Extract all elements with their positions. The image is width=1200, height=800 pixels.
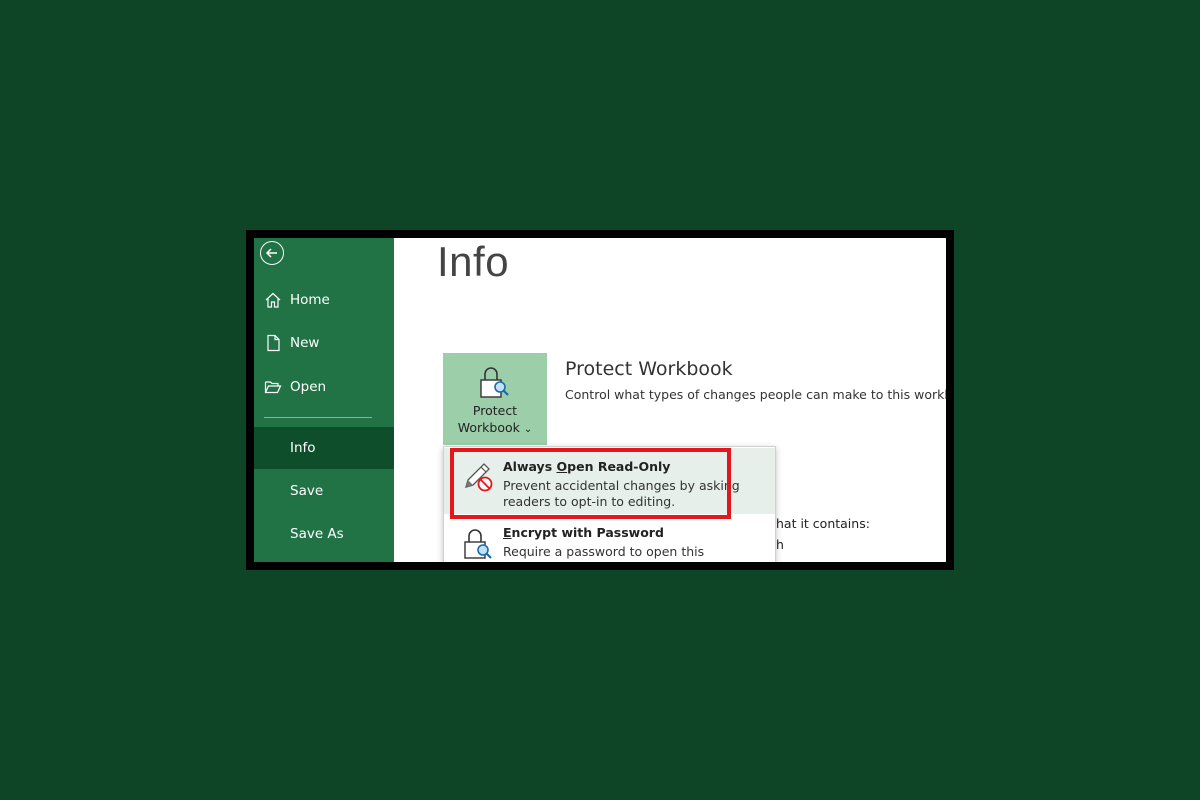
lock-magnifier-icon: [480, 367, 509, 398]
nav-open[interactable]: Open: [254, 366, 394, 408]
back-arrow-icon: [265, 248, 277, 258]
menu-item-description: Require a password to open this workbook…: [503, 544, 705, 562]
open-folder-icon: [264, 381, 282, 394]
access-key: E: [503, 525, 512, 540]
nav-new[interactable]: New: [254, 322, 394, 364]
excel-backstage-view: Home New Open Info Save Save As Info Pro…: [254, 238, 946, 562]
sidebar-divider: [264, 417, 372, 418]
partially-hidden-text: h: [776, 537, 784, 552]
menu-item-title: Always Open Read-Only: [503, 459, 671, 474]
partially-hidden-text: hat it contains:: [776, 516, 870, 531]
nav-save-label: Save: [290, 483, 324, 499]
nav-open-label: Open: [290, 379, 327, 395]
access-key: O: [556, 459, 568, 474]
protect-workbook-label: Protect Workbook ⌄: [457, 403, 533, 435]
backstage-sidebar: Home New Open Info Save Save As: [254, 238, 394, 562]
new-document-icon: [267, 334, 280, 352]
pencil-prohibited-icon: [465, 463, 493, 492]
menu-item-title: Encrypt with Password: [503, 525, 664, 540]
nav-info-label: Info: [290, 440, 316, 456]
menu-item-always-open-read-only[interactable]: Always Open Read-Only Prevent accidental…: [444, 448, 775, 514]
section-description: Control what types of changes people can…: [565, 387, 946, 402]
menu-item-description: Prevent accidental changes by asking rea…: [503, 478, 740, 509]
home-icon: [265, 292, 281, 308]
nav-info[interactable]: Info: [254, 427, 394, 469]
back-button[interactable]: [260, 241, 284, 265]
lock-key-icon: [464, 529, 492, 559]
chevron-down-icon: ⌄: [523, 424, 533, 435]
section-title: Protect Workbook: [565, 358, 733, 380]
protect-workbook-menu: Always Open Read-Only Prevent accidental…: [443, 446, 776, 562]
nav-save[interactable]: Save: [254, 470, 394, 512]
nav-new-label: New: [290, 335, 320, 351]
nav-save-as-label: Save As: [290, 526, 344, 542]
page-title: Info: [437, 238, 510, 285]
protect-workbook-button[interactable]: Protect Workbook ⌄: [443, 353, 547, 445]
nav-home[interactable]: Home: [254, 279, 394, 321]
nav-save-as[interactable]: Save As: [254, 513, 394, 555]
nav-home-label: Home: [290, 292, 330, 308]
menu-item-encrypt-with-password[interactable]: Encrypt with Password Require a password…: [444, 515, 775, 562]
